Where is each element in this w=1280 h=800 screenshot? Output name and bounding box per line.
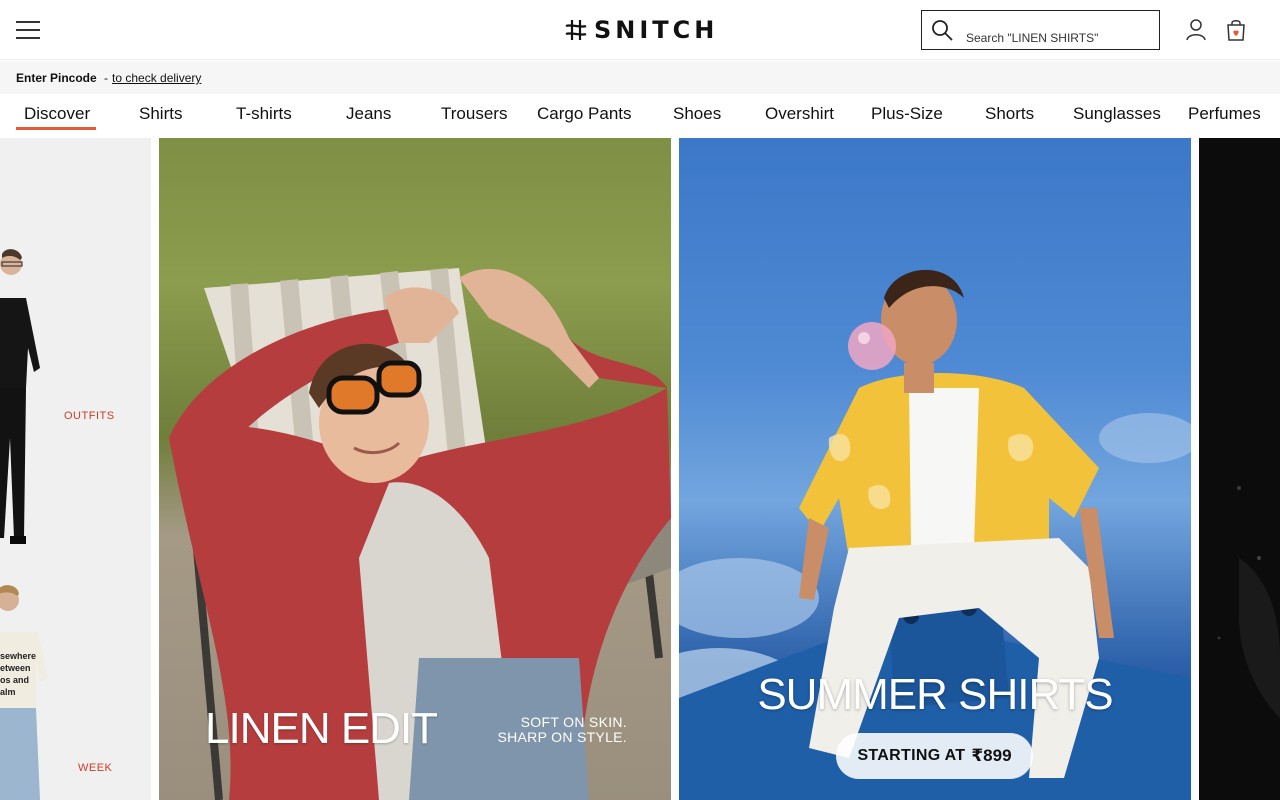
brand-name: SNITCH [594, 16, 719, 44]
linen-edit-subtitle: SOFT ON SKIN. SHARP ON STYLE. [497, 715, 627, 745]
linen-edit-title: LINEN EDIT [205, 704, 438, 753]
search-icon[interactable] [930, 18, 954, 42]
summer-shirts-title: SUMMER SHIRTS [757, 670, 1113, 719]
starting-at-label: STARTING AT [857, 747, 966, 764]
category-tshirts[interactable]: T-shirts [236, 104, 292, 124]
category-discover[interactable]: Discover [24, 104, 90, 124]
category-plus-size[interactable]: Plus-Size [871, 104, 943, 124]
pincode-separator: - [104, 71, 108, 85]
linen-edit-photo [169, 268, 671, 800]
banner-linen-edit[interactable]: LINEN EDIT SOFT ON SKIN. SHARP ON STYLE. [159, 138, 671, 800]
top-header: SNITCH [0, 0, 1280, 60]
check-delivery-link[interactable]: to check delivery [112, 71, 201, 85]
week-tag: WEEK [78, 762, 113, 774]
banner-outfits-card[interactable]: OUTFITS WEEK sewhere etween os and alm [0, 138, 151, 800]
user-icon [1186, 19, 1206, 41]
cart-button[interactable] [1225, 18, 1247, 42]
category-shorts[interactable]: Shorts [985, 104, 1034, 124]
starting-price-pill[interactable]: STARTING AT ₹899 [836, 733, 1033, 779]
category-perfumes[interactable]: Perfumes [1188, 104, 1261, 124]
category-trousers[interactable]: Trousers [441, 104, 507, 124]
category-overshirt[interactable]: Overshirt [765, 104, 834, 124]
category-shirts[interactable]: Shirts [139, 104, 182, 124]
category-shoes[interactable]: Shoes [673, 104, 721, 124]
shopping-bag-icon [1227, 20, 1245, 41]
hero-carousel: OUTFITS WEEK sewhere etween os and alm L… [0, 138, 1280, 800]
banner-dark-card[interactable] [1199, 138, 1280, 800]
banner-summer-shirts[interactable]: SUMMER SHIRTS STARTING AT ₹899 [679, 138, 1191, 800]
tee-print-text: sewhere etween os and alm [0, 651, 37, 697]
pincode-bar: Enter Pincode - to check delivery [0, 61, 1280, 94]
pincode-label: Enter Pincode [16, 71, 97, 85]
linen-subtitle-line-1: SOFT ON SKIN. [520, 714, 627, 730]
category-nav: Discover Shirts T-shirts Jeans Trousers … [0, 94, 1280, 138]
category-jeans[interactable]: Jeans [346, 104, 391, 124]
active-tab-indicator [16, 127, 96, 130]
snitch-logo-icon [565, 20, 587, 40]
model-black-outfit-image [0, 249, 48, 800]
category-sunglasses[interactable]: Sunglasses [1073, 104, 1161, 124]
account-button[interactable] [1185, 18, 1207, 42]
outfits-tag: OUTFITS [64, 410, 115, 422]
category-cargo-pants[interactable]: Cargo Pants [537, 104, 632, 124]
search-bar[interactable] [921, 10, 1160, 50]
starting-price-value: ₹899 [971, 746, 1012, 765]
hamburger-menu-icon[interactable] [16, 20, 40, 40]
brand-logo[interactable]: SNITCH [564, 14, 718, 46]
dark-banner-image [1217, 486, 1280, 718]
linen-subtitle-line-2: SHARP ON STYLE. [497, 729, 627, 745]
search-input[interactable] [966, 29, 1152, 47]
